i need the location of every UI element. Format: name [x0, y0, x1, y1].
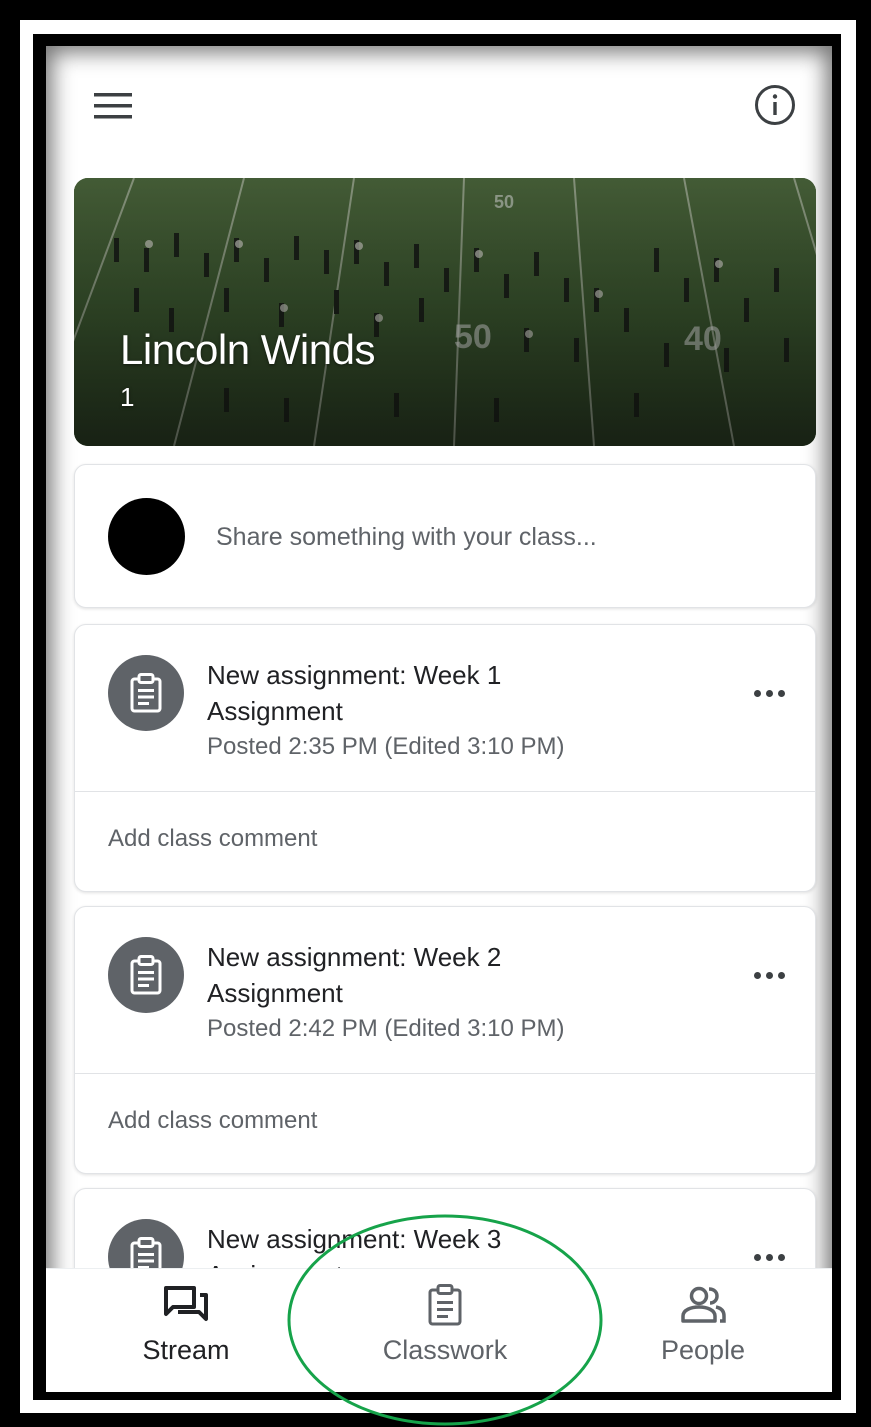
- divider: [75, 1073, 815, 1074]
- tab-stream-label: Stream: [142, 1335, 230, 1365]
- classwork-icon: [427, 1281, 463, 1329]
- class-banner[interactable]: 50 40 50: [74, 178, 816, 446]
- people-icon: [679, 1281, 727, 1329]
- class-section: 1: [120, 382, 135, 412]
- bottom-navigation: Stream Classwork People: [46, 1268, 832, 1392]
- divider: [75, 791, 815, 792]
- stream-icon: [164, 1281, 208, 1329]
- share-input[interactable]: Share something with your class...: [216, 523, 597, 552]
- more-options-icon[interactable]: [747, 673, 791, 713]
- class-title: Lincoln Winds: [120, 326, 375, 373]
- assignment-title: New assignment: Week 1 Assignment: [207, 660, 502, 726]
- assignment-title: New assignment: Week 2 Assignment: [207, 942, 502, 1008]
- assignment-header[interactable]: New assignment: Week 2 Assignment Posted…: [75, 907, 815, 1073]
- tab-people-label: People: [660, 1335, 746, 1365]
- assignment-header[interactable]: New assignment: Week 1 Assignment Posted…: [75, 625, 815, 791]
- assignment-timestamp: Posted 2:35 PM (Edited 3:10 PM): [207, 733, 565, 760]
- tab-classwork[interactable]: Classwork: [345, 1269, 545, 1392]
- add-class-comment-link[interactable]: Add class comment: [108, 1107, 317, 1135]
- assignment-icon: [108, 655, 184, 731]
- more-options-icon[interactable]: [747, 955, 791, 995]
- app-screen: 50 40 50: [46, 46, 832, 1392]
- assignment-icon: [108, 937, 184, 1013]
- tab-classwork-label: Classwork: [382, 1335, 508, 1365]
- add-class-comment-link[interactable]: Add class comment: [108, 825, 317, 853]
- banner-field-image: 50 40 50: [74, 178, 816, 446]
- share-card[interactable]: Share something with your class...: [74, 464, 816, 608]
- hamburger-menu-icon[interactable]: [90, 82, 138, 130]
- avatar: [108, 498, 185, 575]
- tab-stream[interactable]: Stream: [86, 1269, 286, 1392]
- info-icon[interactable]: [750, 80, 800, 130]
- assignment-timestamp: Posted 2:42 PM (Edited 3:10 PM): [207, 1015, 565, 1042]
- assignment-card[interactable]: New assignment: Week 1 Assignment Posted…: [74, 624, 816, 892]
- assignment-card[interactable]: New assignment: Week 2 Assignment Posted…: [74, 906, 816, 1174]
- tab-people[interactable]: People: [603, 1269, 803, 1392]
